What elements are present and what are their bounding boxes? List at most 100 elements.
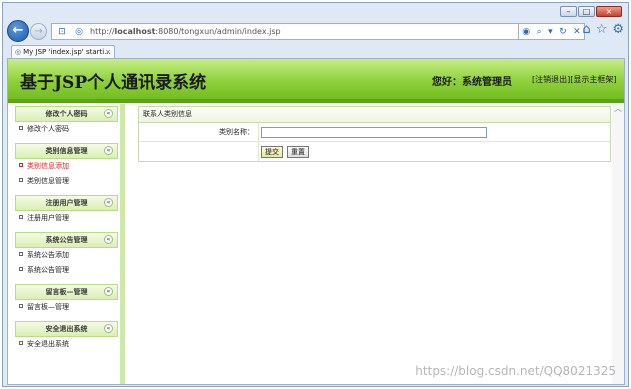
sidebar-item-manage-category[interactable]: 类别信息管理 — [13, 174, 120, 189]
sidebar-header-label: 类别信息管理 — [45, 147, 88, 155]
sidebar-group-notice: 系统公告管理 « 系统公告添加 系统公告管理 — [13, 232, 120, 282]
sidebar-header-password[interactable]: 修改个人密码 « — [15, 106, 118, 122]
tab-title: My JSP 'index.jsp' starti... — [23, 48, 111, 56]
navigation-bar: ← → ⊡ ◎ http://localhost:8080/tongxun/ad… — [7, 20, 626, 44]
logout-link[interactable]: [注销退出] — [532, 75, 570, 84]
collapse-icon[interactable]: « — [104, 109, 113, 118]
search-icon[interactable]: ⌕ — [537, 27, 542, 37]
sidebar-group-users: 注册用户管理 « 注册用户管理 — [13, 195, 120, 230]
back-icon[interactable]: ← — [7, 20, 29, 42]
tab-close-icon[interactable]: × — [105, 46, 111, 58]
sidebar-header-label: 安全退出系统 — [45, 325, 88, 333]
minimize-button[interactable]: – — [560, 6, 577, 17]
sidebar-item-safe-logout[interactable]: 安全退出系统 — [13, 337, 120, 352]
url-host: localhost — [114, 27, 156, 36]
sidebar-item-label: 留言板—管理 — [27, 303, 69, 311]
sidebar-header-label: 注册用户管理 — [45, 199, 88, 207]
form-row-actions: 提交 重置 — [139, 142, 610, 161]
bullet-icon — [19, 341, 23, 345]
collapse-icon[interactable]: « — [104, 198, 113, 207]
sidebar-menu: 修改个人密码 « 修改个人密码 类别信息管理 « 类别信息添加 类别信息管理 注册用… — [13, 104, 125, 384]
home-frame-link[interactable]: [显示主框架] — [570, 75, 616, 84]
sidebar-header-messages[interactable]: 留言板—管理 « — [15, 284, 118, 300]
sidebar-header-notice[interactable]: 系统公告管理 « — [15, 232, 118, 248]
collapse-icon[interactable]: « — [104, 324, 113, 333]
sidebar-item-label: 系统公告管理 — [27, 266, 69, 274]
bullet-icon — [19, 267, 23, 271]
gear-icon[interactable]: ⚙ — [612, 22, 624, 37]
sidebar-item-add-category[interactable]: 类别信息添加 — [13, 159, 120, 174]
sidebar-group-category: 类别信息管理 « 类别信息添加 类别信息管理 — [13, 143, 120, 193]
compat-icon[interactable]: ◉ — [522, 27, 530, 37]
bullet-icon — [19, 178, 23, 182]
sidebar-item-manage-users[interactable]: 注册用户管理 — [13, 211, 120, 226]
sidebar-item-add-notice[interactable]: 系统公告添加 — [13, 248, 120, 263]
category-name-label: 类别名称： — [139, 123, 259, 141]
address-tools: ◉ ⌕ ▾ ↻ ✕ — [519, 23, 585, 40]
window-controls: – □ × — [560, 6, 622, 17]
sidebar-group-logout: 安全退出系统 « 安全退出系统 — [13, 321, 120, 356]
main-content: 联系人类别信息 类别名称： 提交 重置 — [138, 106, 611, 162]
url-prefix: http:// — [90, 27, 115, 36]
refresh-icon[interactable]: ↻ — [559, 27, 567, 37]
category-name-input[interactable] — [261, 126, 487, 138]
tab-index-jsp[interactable]: ◎ My JSP 'index.jsp' starti... × — [11, 45, 115, 58]
sidebar-header-label: 留言板—管理 — [45, 288, 88, 296]
page-icon: ⊡ — [58, 26, 66, 37]
submit-button[interactable]: 提交 — [261, 145, 283, 158]
sidebar-header-logout[interactable]: 安全退出系统 « — [15, 321, 118, 337]
sidebar-item-label: 系统公告添加 — [27, 251, 69, 259]
address-url[interactable]: http://localhost:8080/tongxun/admin/inde… — [90, 27, 281, 36]
sidebar-item-label: 注册用户管理 — [27, 214, 69, 222]
form-row-category-name: 类别名称： — [139, 123, 610, 142]
bullet-icon — [19, 304, 23, 308]
header-divider — [8, 99, 624, 103]
page-scrollbar[interactable]: ︿ — [612, 103, 624, 384]
sidebar-item-label: 修改个人密码 — [27, 125, 69, 133]
system-title: 基于JSP个人通讯录系统 — [20, 73, 207, 93]
sidebar-item-change-password[interactable]: 修改个人密码 — [13, 122, 120, 137]
user-greeting: 您好：系统管理员 — [432, 77, 512, 88]
dropdown-icon[interactable]: ▾ — [548, 27, 553, 37]
collapse-icon[interactable]: « — [104, 287, 113, 296]
watermark: https://blog.csdn.net/QQ8021325 — [415, 364, 616, 378]
stop-icon[interactable]: ✕ — [573, 27, 581, 37]
close-window-button[interactable]: × — [596, 6, 622, 17]
maximize-button[interactable]: □ — [578, 6, 595, 17]
site-icon: ◎ — [75, 26, 83, 37]
sidebar-group-password: 修改个人密码 « 修改个人密码 — [13, 106, 120, 141]
collapse-icon[interactable]: « — [104, 146, 113, 155]
tab-strip: ◎ My JSP 'index.jsp' starti... × — [7, 45, 626, 58]
actions-cell: 提交 重置 — [259, 142, 610, 161]
sidebar-group-messages: 留言板—管理 « 留言板—管理 — [13, 284, 120, 319]
sidebar-header-label: 系统公告管理 — [45, 236, 88, 244]
header-links: [注销退出][显示主框架] — [532, 74, 617, 85]
collapse-icon[interactable]: « — [104, 235, 113, 244]
browser-window: – □ × ← → ⊡ ◎ http://localhost:8080/tong… — [2, 2, 629, 387]
bullet-icon — [19, 163, 23, 167]
forward-icon[interactable]: → — [30, 23, 47, 40]
header-banner: 基于JSP个人通讯录系统 您好：系统管理员 [注销退出][显示主框架] — [8, 59, 624, 99]
sidebar-item-label: 类别信息添加 — [27, 162, 69, 170]
sidebar-item-label: 安全退出系统 — [27, 340, 69, 348]
category-name-cell — [259, 123, 610, 141]
actions-label-cell — [139, 142, 259, 161]
reset-button[interactable]: 重置 — [287, 145, 309, 158]
scroll-up-icon[interactable]: ︿ — [612, 103, 624, 115]
tab-page-icon: ◎ — [15, 48, 22, 56]
bullet-icon — [19, 126, 23, 130]
address-bar[interactable]: ⊡ ◎ http://localhost:8080/tongxun/admin/… — [51, 23, 519, 40]
page-viewport: 基于JSP个人通讯录系统 您好：系统管理员 [注销退出][显示主框架] 修改个人… — [7, 58, 625, 385]
sidebar-item-manage-messages[interactable]: 留言板—管理 — [13, 300, 120, 315]
sidebar-header-category[interactable]: 类别信息管理 « — [15, 143, 118, 159]
home-icon[interactable]: ⌂ — [582, 22, 590, 37]
star-icon[interactable]: ☆ — [596, 22, 608, 37]
sidebar-header-label: 修改个人密码 — [45, 110, 88, 118]
sidebar-item-manage-notice[interactable]: 系统公告管理 — [13, 263, 120, 278]
sidebar-header-users[interactable]: 注册用户管理 « — [15, 195, 118, 211]
category-form-panel: 联系人类别信息 类别名称： 提交 重置 — [138, 106, 611, 162]
url-path: :8080/tongxun/admin/index.jsp — [155, 27, 281, 36]
sidebar-item-label: 类别信息管理 — [27, 177, 69, 185]
panel-title: 联系人类别信息 — [139, 107, 610, 123]
browser-tools: ⌂ ☆ ⚙ — [582, 22, 624, 37]
